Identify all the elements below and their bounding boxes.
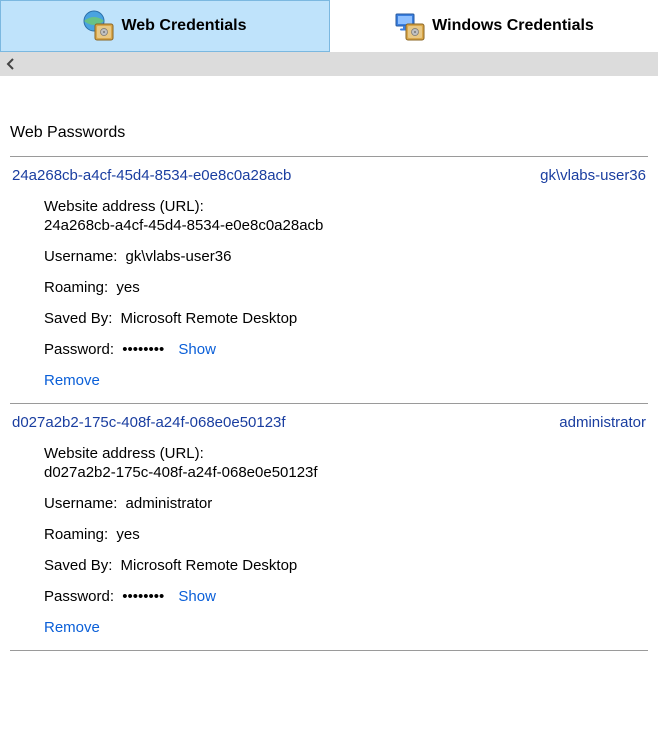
label-roaming: Roaming: (44, 279, 108, 296)
label-password: Password: (44, 341, 114, 358)
credential-entry: d027a2b2-175c-408f-a24f-068e0e50123f adm… (10, 403, 648, 651)
value-url: d027a2b2-175c-408f-a24f-068e0e50123f (44, 464, 318, 481)
windows-safe-icon (394, 10, 426, 42)
credential-details: Website address (URL): 24a268cb-a4cf-45d… (10, 198, 648, 403)
value-savedby: Microsoft Remote Desktop (121, 557, 298, 574)
field-roaming: Roaming: yes (44, 526, 648, 543)
credential-site: d027a2b2-175c-408f-a24f-068e0e50123f (12, 414, 286, 431)
credential-header[interactable]: 24a268cb-a4cf-45d4-8534-e0e8c0a28acb gk\… (10, 157, 648, 198)
credential-header[interactable]: d027a2b2-175c-408f-a24f-068e0e50123f adm… (10, 404, 648, 445)
remove-link[interactable]: Remove (44, 619, 100, 636)
field-password: Password: •••••••• Show (44, 341, 648, 358)
toolbar (0, 52, 658, 76)
value-password-mask: •••••••• (122, 588, 164, 605)
value-savedby: Microsoft Remote Desktop (121, 310, 298, 327)
credential-details: Website address (URL): d027a2b2-175c-408… (10, 445, 648, 650)
value-username: administrator (126, 495, 213, 512)
tab-web-label: Web Credentials (121, 17, 246, 35)
show-password-link[interactable]: Show (178, 341, 216, 358)
field-roaming: Roaming: yes (44, 279, 648, 296)
section-title: Web Passwords (10, 124, 648, 142)
label-url: Website address (URL): (44, 198, 648, 215)
credential-site: 24a268cb-a4cf-45d4-8534-e0e8c0a28acb (12, 167, 291, 184)
show-password-link[interactable]: Show (178, 588, 216, 605)
value-roaming: yes (116, 279, 139, 296)
value-url: 24a268cb-a4cf-45d4-8534-e0e8c0a28acb (44, 217, 323, 234)
content-area: Web Passwords 24a268cb-a4cf-45d4-8534-e0… (0, 76, 658, 671)
remove-link[interactable]: Remove (44, 372, 100, 389)
back-button[interactable] (2, 55, 20, 73)
label-roaming: Roaming: (44, 526, 108, 543)
field-url: Website address (URL): d027a2b2-175c-408… (44, 445, 648, 481)
field-savedby: Saved By: Microsoft Remote Desktop (44, 557, 648, 574)
field-username: Username: administrator (44, 495, 648, 512)
chevron-left-icon (6, 58, 16, 70)
field-savedby: Saved By: Microsoft Remote Desktop (44, 310, 648, 327)
label-savedby: Saved By: (44, 557, 112, 574)
field-password: Password: •••••••• Show (44, 588, 648, 605)
field-username: Username: gk\vlabs-user36 (44, 248, 648, 265)
tab-windows-credentials[interactable]: Windows Credentials (330, 0, 658, 52)
credential-entry: 24a268cb-a4cf-45d4-8534-e0e8c0a28acb gk\… (10, 156, 648, 403)
credential-type-tabs: Web Credentials Windows Credentials (0, 0, 658, 52)
label-password: Password: (44, 588, 114, 605)
label-username: Username: (44, 248, 117, 265)
label-username: Username: (44, 495, 117, 512)
tab-windows-label: Windows Credentials (432, 17, 594, 35)
web-safe-icon (83, 10, 115, 42)
label-savedby: Saved By: (44, 310, 112, 327)
field-url: Website address (URL): 24a268cb-a4cf-45d… (44, 198, 648, 234)
label-url: Website address (URL): (44, 445, 648, 462)
tab-web-credentials[interactable]: Web Credentials (0, 0, 330, 52)
credential-user-short: administrator (559, 414, 646, 431)
value-roaming: yes (116, 526, 139, 543)
value-username: gk\vlabs-user36 (126, 248, 232, 265)
value-password-mask: •••••••• (122, 341, 164, 358)
credential-user-short: gk\vlabs-user36 (540, 167, 646, 184)
